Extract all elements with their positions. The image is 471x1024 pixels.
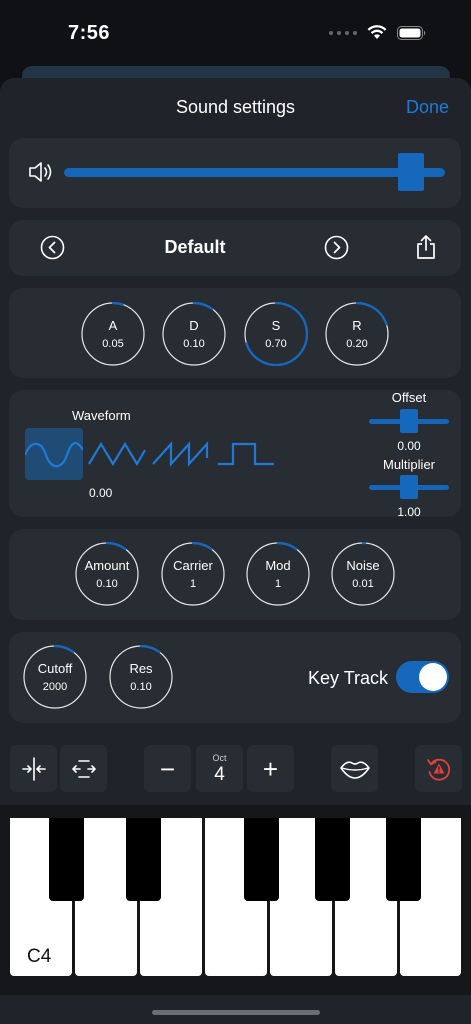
- waveform-label: Waveform: [72, 408, 131, 423]
- knob-value: 0.05: [102, 338, 124, 350]
- knob-value: 0.10: [96, 578, 118, 590]
- previous-preset-icon[interactable]: [40, 235, 65, 260]
- offset-label: Offset: [391, 390, 427, 405]
- sustain-knob[interactable]: S 0.70: [244, 302, 308, 366]
- key-track-toggle[interactable]: [396, 661, 449, 693]
- minus-label: −: [159, 753, 176, 784]
- panic-button[interactable]: [415, 745, 462, 792]
- lips-button[interactable]: [331, 745, 378, 792]
- octave-label: Oct: [212, 753, 227, 763]
- status-bar: 7:56: [0, 0, 471, 70]
- octave-down-button[interactable]: −: [144, 745, 191, 792]
- carrier-knob[interactable]: Carrier 1: [161, 542, 225, 606]
- knob-label: S: [271, 318, 281, 333]
- speaker-icon: [29, 162, 52, 182]
- compress-icon: [21, 756, 46, 781]
- battery-icon: [397, 25, 426, 40]
- black-key[interactable]: [244, 818, 279, 901]
- knob-label: Res: [129, 661, 153, 676]
- envelope-card: [9, 288, 461, 378]
- octave-up-button[interactable]: +: [247, 745, 294, 792]
- knob-value: 2000: [42, 681, 68, 693]
- status-icons: [329, 25, 427, 40]
- next-preset-icon[interactable]: [324, 235, 349, 260]
- resonance-knob[interactable]: Res 0.10: [109, 645, 173, 709]
- knob-label: R: [352, 318, 362, 333]
- black-key[interactable]: [386, 818, 421, 901]
- black-key[interactable]: [315, 818, 350, 901]
- mod-knob[interactable]: Mod 1: [246, 542, 310, 606]
- sine-wave-button[interactable]: [23, 428, 84, 480]
- multiplier-slider-thumb[interactable]: [400, 475, 418, 499]
- key-track-label: Key Track: [308, 668, 389, 688]
- sawtooth-wave-icon: [152, 441, 209, 467]
- compress-button[interactable]: [10, 745, 57, 792]
- preset-name: Default: [164, 237, 226, 257]
- square-wave-icon: [218, 442, 274, 466]
- cellular-signal-icon: [329, 30, 357, 35]
- panic-reset-icon: [426, 758, 450, 781]
- home-indicator: [152, 1010, 320, 1015]
- decay-knob[interactable]: D 0.10: [162, 302, 226, 366]
- knob-value: 0.10: [130, 681, 152, 693]
- knob-value: 0.70: [265, 338, 287, 350]
- knob-value: 0.10: [183, 338, 205, 350]
- expand-button[interactable]: [60, 745, 107, 792]
- sawtooth-wave-button[interactable]: [152, 428, 210, 480]
- multiplier-value: 1.00: [397, 505, 421, 519]
- status-time: 7:56: [68, 22, 111, 44]
- square-wave-button[interactable]: [216, 428, 274, 480]
- octave-value: 4: [214, 764, 225, 785]
- knob-label: D: [189, 318, 199, 333]
- plus-label: +: [262, 753, 279, 784]
- knob-value: 1: [274, 578, 282, 590]
- sine-wave-icon: [23, 442, 84, 468]
- done-button[interactable]: Done: [406, 97, 449, 118]
- volume-slider[interactable]: [64, 168, 445, 177]
- knob-label: Cutoff: [37, 661, 73, 676]
- noise-knob[interactable]: Noise 0.01: [331, 542, 395, 606]
- triangle-wave-icon: [88, 441, 146, 467]
- knob-label: Noise: [346, 558, 380, 573]
- knob-value: 0.01: [352, 578, 374, 590]
- amount-knob[interactable]: Amount 0.10: [75, 542, 139, 606]
- knob-value: 1: [189, 578, 197, 590]
- knob-label: A: [108, 318, 118, 333]
- attack-knob[interactable]: A 0.05: [81, 302, 145, 366]
- offset-value: 0.00: [397, 439, 421, 453]
- black-key[interactable]: [126, 818, 161, 901]
- offset-slider-thumb[interactable]: [400, 409, 418, 433]
- lips-icon: [339, 760, 370, 779]
- knob-label: Amount: [84, 558, 130, 573]
- expand-icon: [71, 759, 96, 778]
- toggle-thumb: [419, 663, 447, 691]
- share-icon[interactable]: [415, 234, 437, 260]
- waveform-value: 0.00: [89, 486, 113, 500]
- wifi-icon: [367, 25, 387, 39]
- key-note-label: C4: [27, 946, 52, 967]
- knob-label: Mod: [265, 558, 291, 573]
- release-knob[interactable]: R 0.20: [325, 302, 389, 366]
- knob-value: 0.20: [346, 338, 368, 350]
- volume-slider-thumb[interactable]: [397, 153, 424, 191]
- page-title: Sound settings: [175, 97, 296, 117]
- black-key[interactable]: [49, 818, 84, 901]
- cutoff-knob[interactable]: Cutoff 2000: [23, 645, 87, 709]
- knob-label: Carrier: [173, 558, 213, 573]
- multiplier-label: Multiplier: [382, 457, 435, 472]
- triangle-wave-button[interactable]: [88, 428, 146, 480]
